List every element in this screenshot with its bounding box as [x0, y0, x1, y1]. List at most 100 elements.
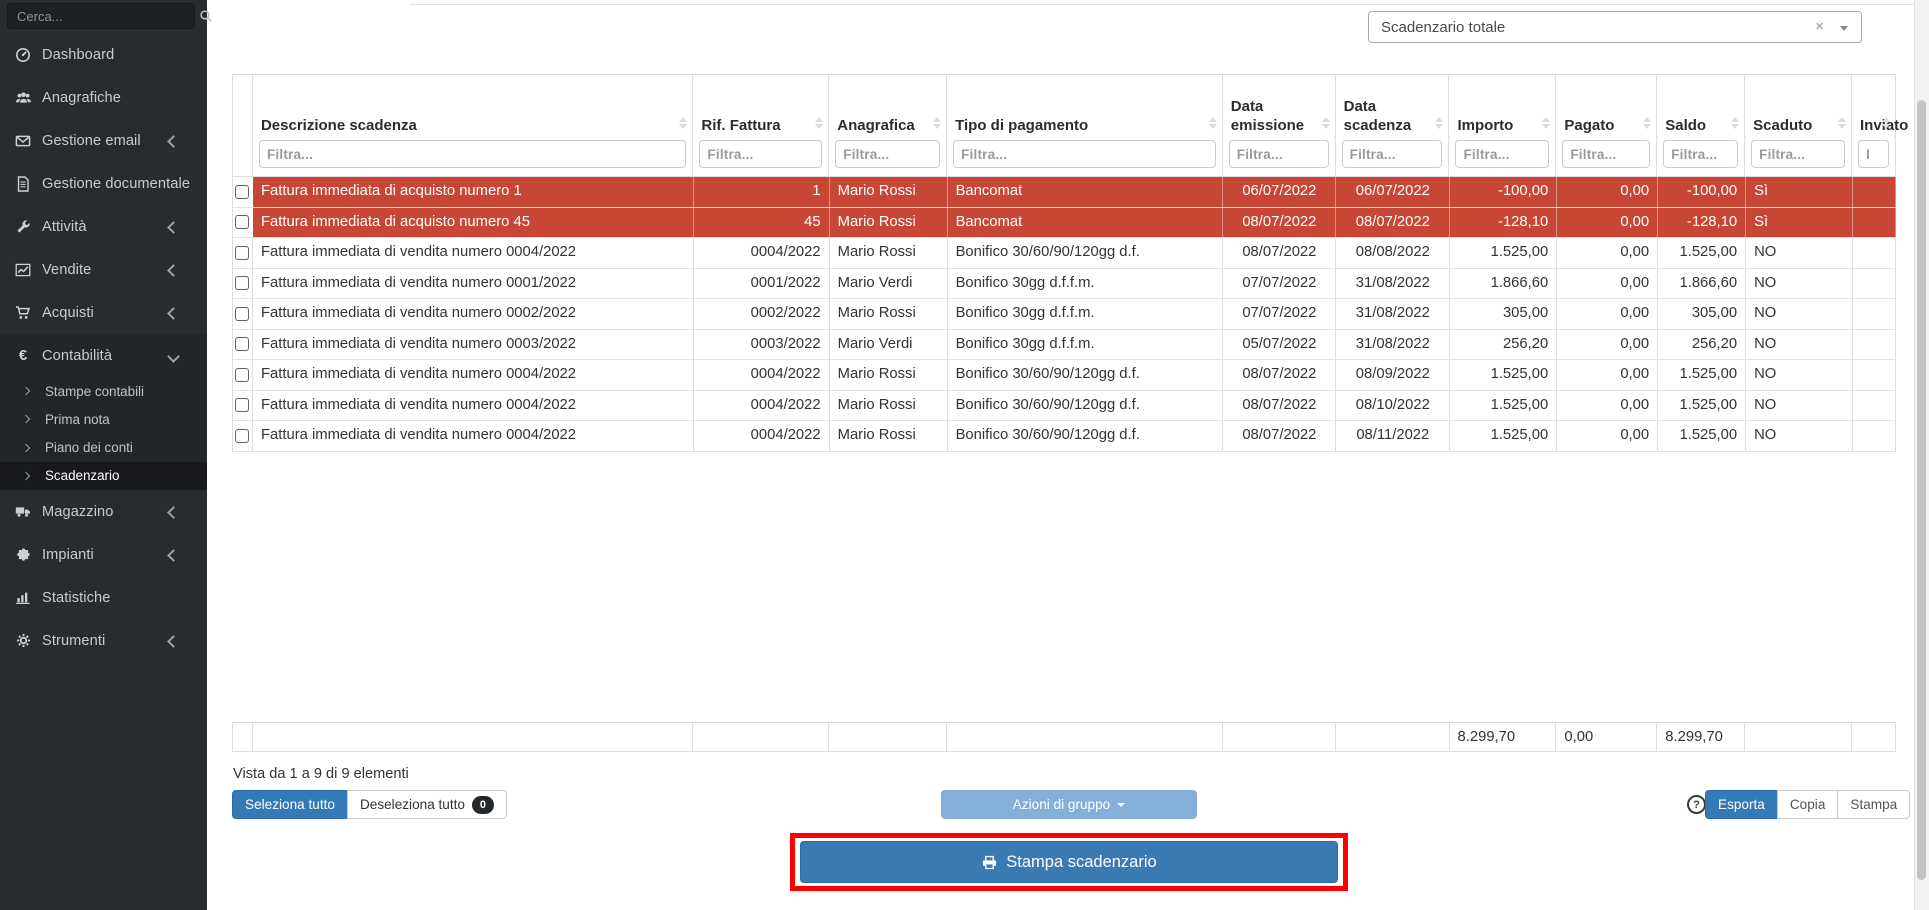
sidebar-subitem-prima-nota[interactable]: Prima nota [0, 405, 207, 433]
column-title[interactable]: Pagato [1556, 75, 1656, 135]
filter-input-scaduto[interactable] [1751, 140, 1845, 168]
sidebar-item-label: Gestione documentale [42, 176, 190, 192]
export-button[interactable]: Esporta [1705, 790, 1778, 819]
table-row[interactable]: Fattura immediata di vendita numero 0004… [233, 238, 1896, 269]
table-row[interactable]: Fattura immediata di vendita numero 0004… [233, 421, 1896, 452]
filter-input-descrizione[interactable] [259, 140, 686, 168]
filter-input-rif[interactable] [699, 140, 822, 168]
sidebar-item-attivita[interactable]: Attività [0, 205, 207, 248]
filter-input-saldo[interactable] [1663, 140, 1738, 168]
sidebar-item-vendite[interactable]: Vendite [0, 248, 207, 291]
chevron-down-icon[interactable] [1840, 26, 1848, 31]
column-header-rif[interactable]: Rif. Fattura [693, 75, 829, 176]
print-schedule-label: Stampa scadenzario [1006, 853, 1156, 872]
row-checkbox[interactable] [235, 398, 249, 412]
vertical-scrollbar[interactable] [1914, 0, 1929, 910]
row-checkbox[interactable] [235, 307, 249, 321]
column-header-anagrafica[interactable]: Anagrafica [829, 75, 947, 176]
column-title[interactable]: Descrizione scadenza [253, 75, 692, 135]
column-header-scadenza[interactable]: Data scadenza [1336, 75, 1450, 176]
search-input[interactable] [8, 9, 199, 24]
sidebar-item-acquisti[interactable]: Acquisti [0, 291, 207, 334]
cell-inviato [1853, 391, 1896, 421]
copy-button[interactable]: Copia [1777, 790, 1839, 819]
filter-input-scadenza[interactable] [1342, 140, 1443, 168]
table-row[interactable]: Fattura immediata di vendita numero 0001… [233, 269, 1896, 300]
row-checkbox[interactable] [235, 337, 249, 351]
column-header-scaduto[interactable]: Scaduto [1745, 75, 1852, 176]
filter-input-pagato[interactable] [1562, 140, 1650, 168]
search-icon[interactable] [199, 9, 213, 23]
row-checkbox[interactable] [235, 276, 249, 290]
table-row[interactable]: Fattura immediata di vendita numero 0004… [233, 360, 1896, 391]
table-row[interactable]: Fattura immediata di vendita numero 0002… [233, 299, 1896, 330]
report-type-select[interactable]: Scadenzario totale × [1368, 11, 1862, 43]
sidebar-item-magazzino[interactable]: Magazzino [0, 490, 207, 533]
column-header-importo[interactable]: Importo [1449, 75, 1556, 176]
table-row[interactable]: Fattura immediata di acquisto numero 11M… [233, 177, 1896, 208]
deselect-all-button[interactable]: Deseleziona tutto 0 [347, 790, 507, 819]
sidebar-subitem-scadenzario[interactable]: Scadenzario [0, 462, 207, 490]
table-row[interactable]: Fattura immediata di acquisto numero 454… [233, 208, 1896, 239]
cell-pagato: 0,00 [1557, 177, 1658, 207]
chevron-right-icon [22, 415, 30, 423]
filter-input-emissione[interactable] [1229, 140, 1329, 168]
column-title[interactable]: Data scadenza [1336, 75, 1449, 135]
column-header-descrizione[interactable]: Descrizione scadenza [253, 75, 693, 176]
sidebar-item-statistiche[interactable]: Statistiche [0, 576, 207, 619]
table-row[interactable]: Fattura immediata di vendita numero 0003… [233, 330, 1896, 361]
print-button[interactable]: Stampa [1837, 790, 1910, 819]
column-header-saldo[interactable]: Saldo [1657, 75, 1745, 176]
column-title[interactable]: Importo [1449, 75, 1555, 135]
column-title[interactable]: Data emissione [1223, 75, 1335, 135]
sidebar-item-strumenti[interactable]: Strumenti [0, 619, 207, 662]
column-title[interactable]: Anagrafica [829, 75, 946, 135]
bar-chart-icon [14, 590, 32, 605]
sort-icon [679, 117, 687, 129]
sidebar-item-gestione-email[interactable]: Gestione email [0, 119, 207, 162]
group-actions-button[interactable]: Azioni di gruppo [941, 790, 1197, 819]
help-icon[interactable]: ? [1687, 795, 1706, 814]
column-header-emissione[interactable]: Data emissione [1223, 75, 1336, 176]
sidebar-item-anagrafiche[interactable]: Anagrafiche [0, 76, 207, 119]
column-title[interactable]: Rif. Fattura [693, 75, 828, 135]
cell-anagrafica: Mario Rossi [830, 360, 948, 390]
chevron-left-icon [167, 506, 180, 519]
sidebar-item-impianti[interactable]: Impianti [0, 533, 207, 576]
cell-inviato [1853, 269, 1896, 299]
sidebar-subitem-stampe-contabili[interactable]: Stampe contabili [0, 377, 207, 405]
cell-rif: 0003/2022 [694, 330, 830, 360]
print-schedule-button[interactable]: Stampa scadenzario [800, 841, 1338, 883]
sidebar-item-gestione-documentale[interactable]: Gestione documentale [0, 162, 207, 205]
row-checkbox[interactable] [235, 215, 249, 229]
column-title[interactable]: Scaduto [1745, 75, 1851, 135]
row-checkbox[interactable] [235, 429, 249, 443]
sidebar-item-label: Anagrafiche [42, 90, 121, 106]
cell-rif: 0002/2022 [694, 299, 830, 329]
scrollbar-thumb[interactable] [1917, 100, 1926, 880]
column-header-tipo[interactable]: Tipo di pagamento [947, 75, 1223, 176]
column-header-pagato[interactable]: Pagato [1556, 75, 1657, 176]
cell-anagrafica: Mario Rossi [830, 421, 948, 451]
sidebar-search[interactable] [7, 3, 195, 29]
column-title[interactable]: Tipo di pagamento [947, 75, 1222, 135]
row-checkbox[interactable] [235, 185, 249, 199]
filter-input-importo[interactable] [1455, 140, 1549, 168]
cell-scaduto: NO [1746, 330, 1853, 360]
filter-input-tipo[interactable] [953, 140, 1216, 168]
column-header-inviato[interactable]: Inviato [1852, 75, 1895, 176]
table-row[interactable]: Fattura immediata di vendita numero 0004… [233, 391, 1896, 422]
row-checkbox[interactable] [235, 246, 249, 260]
filter-input-inviato[interactable] [1858, 140, 1889, 168]
clear-selection-icon[interactable]: × [1815, 18, 1824, 35]
row-checkbox[interactable] [235, 368, 249, 382]
cell-importo: -128,10 [1450, 208, 1557, 238]
select-all-button[interactable]: Seleziona tutto [232, 790, 348, 819]
sidebar-item-contabilita[interactable]: € Contabilità [0, 334, 207, 377]
cell-scadenza: 08/07/2022 [1336, 208, 1450, 238]
filter-input-anagrafica[interactable] [835, 140, 940, 168]
sidebar-item-dashboard[interactable]: Dashboard [0, 33, 207, 76]
cell-descrizione: Fattura immediata di vendita numero 0002… [253, 299, 694, 329]
sidebar-subitem-piano-dei-conti[interactable]: Piano dei conti [0, 434, 207, 462]
cell-rif: 45 [694, 208, 830, 238]
